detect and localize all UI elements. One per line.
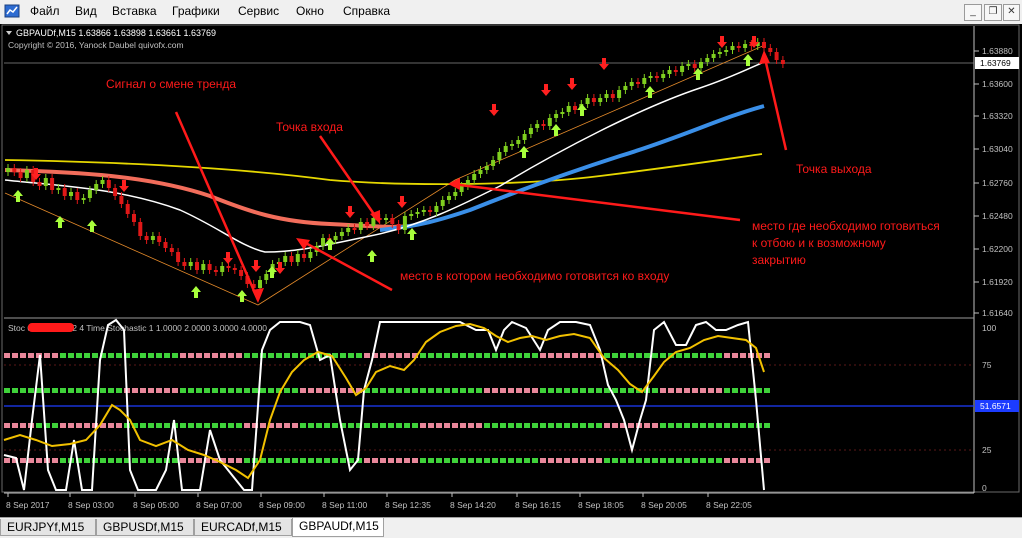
app-icon[interactable]	[3, 2, 21, 20]
indicator-tick-label: 100	[982, 323, 996, 333]
down-arrow-icon	[397, 196, 407, 208]
menu-file[interactable]: Файл	[30, 4, 60, 18]
ma-yellow-line	[4, 153, 763, 185]
chart-header: GBPAUDf,M15 1.63866 1.63898 1.63661 1.63…	[16, 28, 216, 38]
time-label: 8 Sep 11:00	[322, 500, 367, 510]
up-arrow-icon	[237, 290, 247, 302]
price-tick-label: 1.63320	[982, 111, 1013, 121]
stochastic-yellow-line	[3, 322, 765, 480]
menu-tools[interactable]: Сервис	[238, 4, 279, 18]
down-arrow-icon	[275, 262, 285, 274]
annotation-exit: Точка выхода	[796, 162, 872, 176]
up-arrow-icon	[367, 250, 377, 262]
time-label: 8 Sep 05:00	[133, 500, 179, 510]
price-tick-label: 1.63880	[982, 46, 1013, 56]
indicator-label-redaction	[28, 323, 74, 332]
indicator-level-value: 51.6571	[980, 401, 1011, 411]
menu-charts[interactable]: Графики	[172, 4, 220, 18]
up-arrow-icon	[325, 238, 335, 250]
stochastic-white-line	[3, 318, 765, 491]
down-arrow-icon	[541, 84, 551, 96]
down-arrow-icon	[567, 78, 577, 90]
chevron-down-icon[interactable]	[6, 31, 12, 35]
up-arrow-icon	[55, 216, 65, 228]
tab-eurcad[interactable]: EURCADf,M15	[194, 519, 292, 536]
tab-gbpaud[interactable]: GBPAUDf,M15	[292, 518, 384, 537]
indicator-tick-label: 0	[982, 483, 987, 493]
time-axis: 8 Sep 2017 8 Sep 03:00 8 Sep 05:00 8 Sep 07…	[6, 493, 752, 510]
down-arrow-icon	[599, 58, 609, 70]
copyright-label: Copyright © 2016, Yanock Daubel quivofx.…	[8, 40, 184, 50]
up-arrow-icon	[267, 266, 277, 278]
down-arrow-icon	[119, 180, 129, 192]
restore-icon[interactable]: ❐	[984, 4, 1002, 21]
tab-gbpusd[interactable]: GBPUSDf,M15	[96, 519, 194, 536]
menu-window[interactable]: Окно	[296, 4, 324, 18]
menu-help[interactable]: Справка	[343, 4, 390, 18]
menu-view[interactable]: Вид	[75, 4, 97, 18]
annotation-prepare-exit: место где необходимо готовиться к отбою …	[752, 219, 943, 267]
down-arrow-icon	[489, 104, 499, 116]
time-label: 8 Sep 2017	[6, 500, 50, 510]
chart-tabs: EURJPYf,M15 GBPUSDf,M15 EURCADf,M15 GBPA…	[0, 517, 1022, 538]
minimize-icon[interactable]: _	[964, 4, 982, 21]
annotation-arrowheads	[252, 50, 770, 303]
price-tick-label: 1.62200	[982, 244, 1013, 254]
up-arrow-icon	[519, 146, 529, 158]
up-arrow-icon	[407, 228, 417, 240]
indicator-tick-label: 75	[982, 360, 992, 370]
price-tick-label: 1.63600	[982, 79, 1013, 89]
up-arrow-icon	[191, 286, 201, 298]
time-label: 8 Sep 22:05	[706, 500, 752, 510]
stochastic-bands	[4, 353, 770, 463]
time-label: 8 Sep 12:35	[385, 500, 431, 510]
price-axis: 1.63880 1.63600 1.63320 1.63040 1.62760 1.624…	[974, 46, 1013, 318]
price-tick-label: 1.63040	[982, 144, 1013, 154]
time-label: 8 Sep 07:00	[196, 500, 242, 510]
menu-insert[interactable]: Вставка	[112, 4, 157, 18]
price-tick-label: 1.61640	[982, 308, 1013, 318]
time-label: 8 Sep 09:00	[259, 500, 305, 510]
annotation-prepare-entry: место в котором необходимо готовится ко …	[400, 269, 669, 283]
signal-arrows	[13, 36, 759, 302]
time-label: 8 Sep 16:15	[515, 500, 561, 510]
up-arrow-icon	[577, 104, 587, 116]
annotation-entry: Точка входа	[276, 120, 343, 134]
down-arrow-icon	[223, 252, 233, 264]
up-arrow-icon	[743, 54, 753, 66]
close-icon[interactable]: ✕	[1003, 4, 1020, 21]
tab-eurjpy[interactable]: EURJPYf,M15	[0, 519, 96, 536]
annotation-signal: Сигнал о смене тренда	[106, 77, 236, 91]
down-arrow-icon	[345, 206, 355, 218]
down-arrow-icon	[717, 36, 727, 48]
time-label: 8 Sep 03:00	[68, 500, 114, 510]
menu-bar: Файл Вид Вставка Графики Сервис Окно Спр…	[0, 0, 1022, 25]
down-arrow-icon	[251, 260, 261, 272]
time-label: 8 Sep 18:05	[578, 500, 624, 510]
chart-window[interactable]: GBPAUDf,M15 1.63866 1.63898 1.63661 1.63…	[0, 24, 1022, 517]
price-tick-label: 1.62480	[982, 211, 1013, 221]
time-label: 8 Sep 14:20	[450, 500, 496, 510]
price-tick-label: 1.62760	[982, 178, 1013, 188]
indicator-tick-label: 25	[982, 445, 992, 455]
chart-canvas[interactable]: GBPAUDf,M15 1.63866 1.63898 1.63661 1.63…	[0, 24, 1022, 517]
current-price-label: 1.63769	[980, 58, 1011, 68]
time-label: 8 Sep 20:05	[641, 500, 687, 510]
price-tick-label: 1.61920	[982, 277, 1013, 287]
